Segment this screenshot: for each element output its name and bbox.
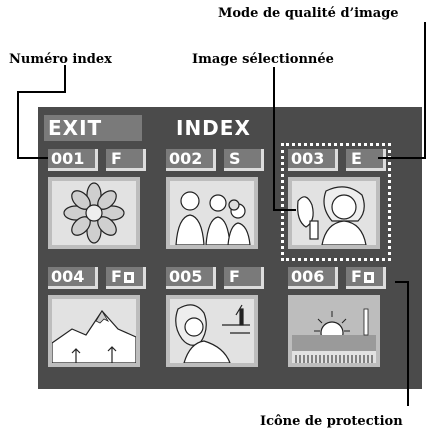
selected-image-leader <box>273 67 296 211</box>
quality-mode-leader <box>378 22 426 159</box>
protection-icon-leader <box>395 281 409 406</box>
callout-lines <box>17 22 426 406</box>
index-number-leader <box>17 65 66 159</box>
